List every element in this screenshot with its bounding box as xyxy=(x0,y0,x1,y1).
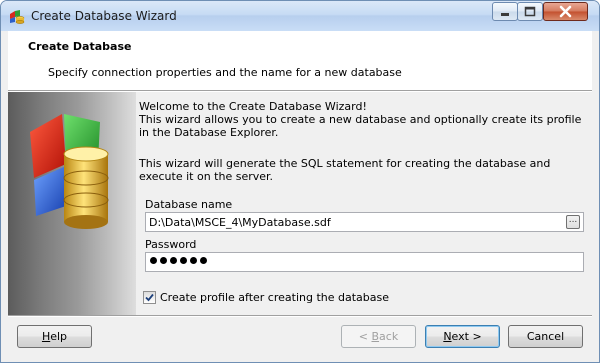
maximize-button[interactable] xyxy=(517,2,543,21)
wizard-window: Create Database Wizard Create Database S… xyxy=(0,0,600,363)
password-dot xyxy=(180,257,187,264)
welcome-heading: Welcome to the Create Database Wizard! xyxy=(139,100,367,113)
page-subtitle: Specify connection properties and the na… xyxy=(48,66,402,79)
wizard-header: Create Database Specify connection prope… xyxy=(8,31,592,91)
cancel-button[interactable]: Cancel xyxy=(508,325,583,348)
back-hotkey: B xyxy=(371,330,380,343)
password-dot xyxy=(170,257,177,264)
close-icon xyxy=(544,5,587,23)
password-dot xyxy=(200,257,207,264)
welcome-text: Welcome to the Create Database Wizard! T… xyxy=(139,100,585,139)
create-profile-label[interactable]: Create profile after creating the databa… xyxy=(160,291,389,304)
password-dot xyxy=(150,257,157,264)
back-arrow-label: < xyxy=(358,330,372,343)
password-input[interactable] xyxy=(145,252,584,272)
password-label: Password xyxy=(145,238,197,251)
help-label: elp xyxy=(50,330,68,343)
back-label: ack xyxy=(379,330,399,343)
database-name-label: Database name xyxy=(145,198,233,211)
password-dot xyxy=(190,257,197,264)
browse-button[interactable]: ... xyxy=(566,215,580,229)
footer-separator xyxy=(8,315,592,317)
back-button[interactable]: < Back xyxy=(341,325,416,348)
minimize-button[interactable] xyxy=(492,2,518,21)
next-label: ext > xyxy=(451,330,482,343)
wizard-content: Welcome to the Create Database Wizard! T… xyxy=(138,92,592,316)
database-logo-icon xyxy=(30,114,109,229)
database-name-value: D:\Data\MSCE_4\MyDatabase.sdf xyxy=(149,216,331,229)
title-bar[interactable]: Create Database Wizard xyxy=(1,1,599,31)
database-app-icon xyxy=(9,8,25,24)
page-title: Create Database xyxy=(28,40,132,53)
help-hotkey: H xyxy=(41,330,51,343)
help-button[interactable]: Help xyxy=(17,325,92,348)
intro-text: This wizard allows you to create a new d… xyxy=(139,113,582,139)
window-title: Create Database Wizard xyxy=(31,9,177,23)
next-hotkey: N xyxy=(443,330,452,343)
checkmark-icon xyxy=(145,293,154,302)
password-dot xyxy=(160,257,167,264)
create-profile-checkbox[interactable] xyxy=(143,291,156,304)
password-mask xyxy=(150,257,207,264)
close-button[interactable] xyxy=(543,2,588,21)
sql-info-text: This wizard will generate the SQL statem… xyxy=(139,157,551,183)
next-button[interactable]: Next > xyxy=(425,325,500,348)
wizard-side-art xyxy=(8,92,136,316)
wizard-body: Welcome to the Create Database Wizard! T… xyxy=(8,91,592,316)
database-name-input[interactable]: D:\Data\MSCE_4\MyDatabase.sdf ... xyxy=(145,212,584,232)
